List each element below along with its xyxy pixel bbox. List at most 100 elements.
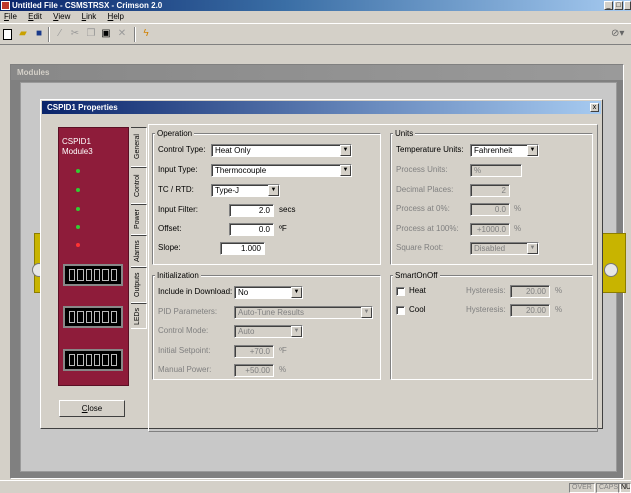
manual-power-unit: %: [279, 365, 287, 374]
heat-hysteresis-field[interactable]: 20.00: [510, 285, 550, 298]
pid-parameters-label: PID Parameters:: [158, 307, 218, 316]
chevron-down-icon: ▼: [527, 145, 538, 156]
window-title: Untitled File - CSMSTRSX - Crimson 2.0: [12, 1, 163, 10]
control-mode-select[interactable]: Auto ▼: [234, 325, 303, 338]
status-led: [76, 188, 80, 192]
chevron-down-icon: ▼: [291, 287, 302, 298]
input-filter-field[interactable]: 2.0: [229, 204, 274, 217]
manual-power-label: Manual Power:: [158, 365, 212, 374]
menu-link[interactable]: Link: [82, 12, 97, 21]
process-0-field[interactable]: 0.0: [470, 203, 510, 216]
dialog-close-button[interactable]: x: [590, 103, 599, 112]
process-100-unit: %: [514, 224, 522, 233]
tab-control[interactable]: Control: [131, 167, 147, 204]
tab-general[interactable]: General: [131, 127, 147, 167]
open-folder-icon[interactable]: ▰: [17, 28, 29, 40]
tab-outputs[interactable]: Outputs: [131, 267, 147, 303]
dialog-title-bar: CSPID1 Properties: [42, 101, 601, 114]
offset-field[interactable]: 0.0: [229, 223, 274, 236]
window-title-bar: Untitled File - CSMSTRSX - Crimson 2.0: [0, 0, 631, 11]
link-dropdown-icon[interactable]: ⊘▾: [611, 28, 631, 40]
heat-checkbox[interactable]: [396, 287, 405, 296]
minimize-button[interactable]: _: [604, 1, 613, 10]
chevron-down-icon: ▼: [527, 243, 538, 254]
cool-checkbox[interactable]: [396, 306, 405, 315]
tc-rtd-label: TC / RTD:: [158, 185, 194, 194]
close-window-button[interactable]: [624, 1, 631, 10]
menu-help[interactable]: Help: [108, 12, 124, 21]
copy-icon[interactable]: ❐: [85, 28, 97, 40]
input-type-label: Input Type:: [158, 165, 198, 174]
initialization-title: Initialization: [155, 271, 201, 280]
chevron-down-icon: ▼: [340, 165, 351, 176]
square-root-select[interactable]: Disabled ▼: [470, 242, 539, 255]
slope-field[interactable]: 1.000: [220, 242, 265, 255]
tab-alarms[interactable]: Alarms: [131, 235, 147, 267]
control-type-select[interactable]: Heat Only ▼: [211, 144, 352, 157]
rail-ring-right: [604, 263, 618, 277]
decimal-places-field[interactable]: 2: [470, 184, 510, 197]
terminal-connector: [63, 349, 123, 371]
square-root-label: Square Root:: [396, 243, 444, 252]
tab-leds[interactable]: LEDs: [131, 303, 147, 329]
offset-unit: ºF: [279, 224, 287, 233]
tab-power[interactable]: Power: [131, 204, 147, 235]
chevron-down-icon: ▼: [340, 145, 351, 156]
menu-bar: File Edit View Link Help: [0, 11, 631, 23]
status-led-red: [76, 243, 80, 247]
heat-hysteresis-label: Hysteresis:: [466, 286, 506, 295]
app-icon[interactable]: [1, 1, 10, 10]
menu-file[interactable]: File: [4, 12, 17, 21]
process-0-label: Process at 0%:: [396, 204, 450, 213]
process-units-label: Process Units:: [396, 165, 448, 174]
control-mode-label: Control Mode:: [158, 326, 209, 335]
menu-view[interactable]: View: [53, 12, 70, 21]
close-button[interactable]: Close: [59, 400, 125, 417]
chevron-down-icon: ▼: [291, 326, 302, 337]
dialog-title: CSPID1 Properties: [47, 103, 118, 112]
input-filter-unit: secs: [279, 205, 296, 214]
delete-x-icon[interactable]: ✕: [116, 28, 128, 40]
status-led: [76, 169, 80, 173]
process-100-label: Process at 100%:: [396, 224, 459, 233]
cool-label: Cool: [409, 305, 426, 314]
module-name: CSPID1: [62, 137, 91, 146]
status-over: OVER: [569, 483, 595, 493]
include-download-label: Include in Download:: [158, 287, 233, 296]
pid-parameters-select[interactable]: Auto-Tune Results ▼: [234, 306, 373, 319]
decimal-places-label: Decimal Places:: [396, 185, 454, 194]
lightning-icon[interactable]: ϟ: [140, 28, 152, 40]
heat-label: Heat: [409, 286, 426, 295]
control-type-label: Control Type:: [158, 145, 206, 154]
temp-units-label: Temperature Units:: [396, 145, 464, 154]
maximize-button[interactable]: □: [614, 1, 623, 10]
menu-edit[interactable]: Edit: [28, 12, 42, 21]
terminal-connector: [63, 306, 123, 328]
new-file-icon[interactable]: [3, 29, 12, 40]
status-led: [76, 225, 80, 229]
cool-hysteresis-unit: %: [555, 305, 563, 314]
process-0-unit: %: [514, 204, 522, 213]
offset-label: Offset:: [158, 224, 182, 233]
module-image: CSPID1 Module3: [58, 127, 129, 386]
modules-header: Modules: [11, 65, 623, 80]
initial-setpoint-unit: ºF: [279, 346, 287, 355]
toolbar: ▰ ■ ⁄ ✂ ❐ ▣ ✕ ϟ ⊘▾: [0, 23, 631, 45]
cut-scissors-icon[interactable]: ✂: [69, 28, 81, 40]
include-download-select[interactable]: No ▼: [234, 286, 303, 299]
units-title: Units: [393, 129, 416, 138]
cool-hysteresis-field[interactable]: 20.00: [510, 304, 550, 317]
process-100-field[interactable]: +1000.0: [470, 223, 510, 236]
manual-power-field[interactable]: +50.00: [234, 364, 274, 377]
input-type-select[interactable]: Thermocouple ▼: [211, 164, 352, 177]
pencil-icon[interactable]: ⁄: [54, 28, 66, 40]
save-disk-icon[interactable]: ■: [33, 28, 45, 40]
heat-hysteresis-unit: %: [555, 286, 563, 295]
temp-units-select[interactable]: Fahrenheit ▼: [470, 144, 539, 157]
initial-setpoint-field[interactable]: +70.0: [234, 345, 274, 358]
tc-rtd-select[interactable]: Type-J ▼: [211, 184, 280, 197]
process-units-field[interactable]: %: [470, 164, 522, 177]
paste-clipboard-icon[interactable]: ▣: [100, 28, 112, 40]
operation-title: Operation: [155, 129, 195, 138]
slope-label: Slope:: [158, 243, 181, 252]
